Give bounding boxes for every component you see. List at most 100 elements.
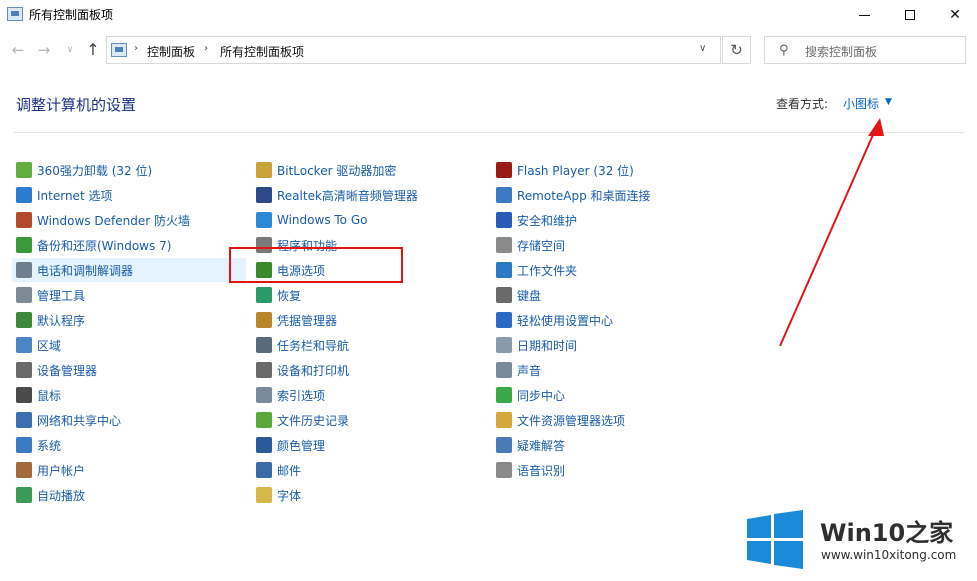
annotation-arrow xyxy=(779,118,884,347)
list-item-label: 索引选项 xyxy=(277,388,326,403)
recent-locations-button[interactable]: ∨ xyxy=(60,40,80,60)
security-maintenance-icon xyxy=(496,212,512,228)
list-item[interactable]: 电话和调制解调器 xyxy=(12,258,246,282)
list-item-label: 360强力卸载 (32 位) xyxy=(37,163,153,178)
list-item-label: 颜色管理 xyxy=(277,438,326,453)
list-item[interactable]: 同步中心 xyxy=(496,383,565,407)
close-button[interactable]: ✕ xyxy=(932,0,977,30)
list-item[interactable]: Internet 选项 xyxy=(16,183,112,207)
refresh-button[interactable]: ↻ xyxy=(722,36,751,64)
indexing-icon xyxy=(256,387,272,403)
list-item[interactable]: 360强力卸载 (32 位) xyxy=(16,158,152,182)
close-icon: ✕ xyxy=(949,7,961,23)
list-item[interactable]: 索引选项 xyxy=(256,383,325,407)
list-item-label: RemoteApp 和桌面连接 xyxy=(517,188,651,203)
list-item[interactable]: BitLocker 驱动器加密 xyxy=(256,158,396,182)
storage-spaces-icon xyxy=(496,237,512,253)
list-item[interactable]: 轻松使用设置中心 xyxy=(496,308,613,332)
annotation-highlight-box xyxy=(229,247,403,283)
list-item[interactable]: 语音识别 xyxy=(496,458,565,482)
list-item-label: 字体 xyxy=(277,488,302,503)
ease-of-access-icon xyxy=(496,312,512,328)
list-item-label: 区域 xyxy=(37,338,62,353)
list-item[interactable]: 文件历史记录 xyxy=(256,408,349,432)
minimize-button[interactable] xyxy=(841,0,887,30)
list-item[interactable]: 用户帐户 xyxy=(16,458,85,482)
autoplay-icon xyxy=(16,487,32,503)
list-item[interactable]: 颜色管理 xyxy=(256,433,325,457)
list-item-label: 安全和维护 xyxy=(517,213,578,228)
forward-button[interactable]: → xyxy=(34,40,54,60)
breadcrumb-control-panel[interactable]: 控制面板 xyxy=(147,43,195,60)
list-item[interactable]: 网络和共享中心 xyxy=(16,408,121,432)
list-item[interactable]: 日期和时间 xyxy=(496,333,577,357)
list-item[interactable]: 安全和维护 xyxy=(496,208,577,232)
windows-to-go-icon xyxy=(256,212,272,228)
list-item-label: 语音识别 xyxy=(517,463,566,478)
list-item[interactable]: Flash Player (32 位) xyxy=(496,158,634,182)
list-item[interactable]: 自动播放 xyxy=(16,483,85,507)
list-item[interactable]: Windows To Go xyxy=(256,208,367,232)
list-item-label: 存储空间 xyxy=(517,238,566,253)
list-item[interactable]: 声音 xyxy=(496,358,541,382)
list-item-label: 任务栏和导航 xyxy=(277,338,350,353)
back-button[interactable]: ← xyxy=(8,40,28,60)
up-button[interactable]: ↑ xyxy=(83,40,103,60)
list-item[interactable]: 默认程序 xyxy=(16,308,85,332)
control-panel-icon xyxy=(7,7,23,21)
list-item[interactable]: 任务栏和导航 xyxy=(256,333,349,357)
list-item[interactable]: 管理工具 xyxy=(16,283,85,307)
devices-printers-icon xyxy=(256,362,272,378)
list-item[interactable]: 凭据管理器 xyxy=(256,308,337,332)
backup-icon xyxy=(16,237,32,253)
list-item[interactable]: 文件资源管理器选项 xyxy=(496,408,625,432)
list-item-label: 网络和共享中心 xyxy=(37,413,122,428)
list-item-label: 用户帐户 xyxy=(37,463,86,478)
keyboard-icon xyxy=(496,287,512,303)
address-dropdown-icon[interactable]: ∨ xyxy=(699,43,706,54)
list-item-label: 日期和时间 xyxy=(517,338,578,353)
list-item-label: Internet 选项 xyxy=(37,188,113,203)
list-item-label: 工作文件夹 xyxy=(517,263,578,278)
list-item[interactable]: Realtek高清晰音频管理器 xyxy=(256,183,418,207)
breadcrumb-all-items[interactable]: 所有控制面板项 xyxy=(220,43,304,60)
list-item[interactable]: 设备管理器 xyxy=(16,358,97,382)
list-item-label: Windows To Go xyxy=(277,213,368,227)
list-item[interactable]: 键盘 xyxy=(496,283,541,307)
sync-center-icon xyxy=(496,387,512,403)
list-item[interactable]: 系统 xyxy=(16,433,61,457)
breadcrumb-separator[interactable]: › xyxy=(204,43,208,54)
search-input[interactable]: ⚲ 搜索控制面板 xyxy=(764,36,966,64)
watermark-title-suffix: 之家 xyxy=(905,519,954,547)
list-item[interactable]: RemoteApp 和桌面连接 xyxy=(496,183,651,207)
page-title: 调整计算机的设置 xyxy=(16,96,137,114)
list-item[interactable]: 邮件 xyxy=(256,458,301,482)
watermark-url: www.win10xitong.com xyxy=(821,548,957,562)
list-item[interactable]: 疑难解答 xyxy=(496,433,565,457)
explorer-options-icon xyxy=(496,412,512,428)
list-item[interactable]: 存储空间 xyxy=(496,233,565,257)
list-item[interactable]: 设备和打印机 xyxy=(256,358,349,382)
refresh-icon: ↻ xyxy=(730,41,743,59)
maximize-button[interactable] xyxy=(887,0,933,30)
chevron-down-icon[interactable]: ▼ xyxy=(885,97,892,107)
address-bar[interactable]: › 控制面板 › 所有控制面板项 ∨ xyxy=(106,36,721,64)
list-item[interactable]: 区域 xyxy=(16,333,61,357)
list-item[interactable]: 备份和还原(Windows 7) xyxy=(16,233,171,257)
list-item[interactable]: 字体 xyxy=(256,483,301,507)
date-time-icon xyxy=(496,337,512,353)
list-item[interactable]: 工作文件夹 xyxy=(496,258,577,282)
list-item[interactable]: 鼠标 xyxy=(16,383,61,407)
list-item-label: 文件历史记录 xyxy=(277,413,350,428)
watermark-title-prefix: Win10 xyxy=(820,519,906,547)
firewall-icon xyxy=(16,212,32,228)
mail-icon xyxy=(256,462,272,478)
user-accounts-icon xyxy=(16,462,32,478)
list-item[interactable]: 恢复 xyxy=(256,283,301,307)
fonts-icon xyxy=(256,487,272,503)
list-item-label: 设备管理器 xyxy=(37,363,98,378)
list-item-label: 同步中心 xyxy=(517,388,566,403)
breadcrumb-separator[interactable]: › xyxy=(134,43,138,54)
color-management-icon xyxy=(256,437,272,453)
list-item[interactable]: Windows Defender 防火墙 xyxy=(16,208,190,232)
